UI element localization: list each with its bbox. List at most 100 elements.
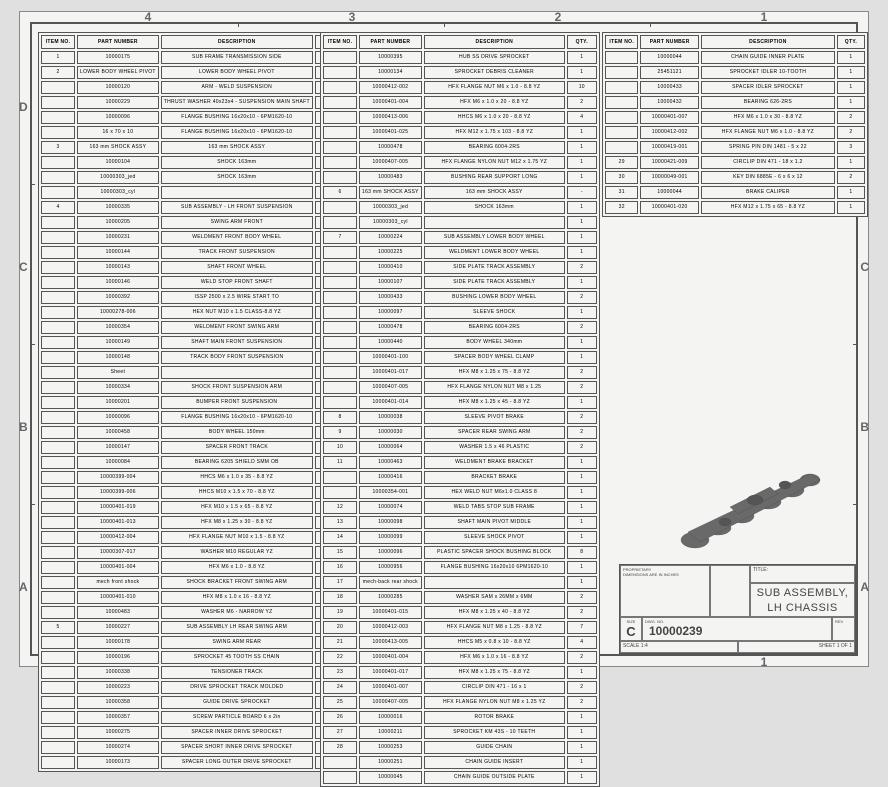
table-row: 1310000098SHAFT MAIN PIVOT MIDDLE1: [323, 516, 597, 529]
table-row: 2LOWER BODY WHEEL PIVOTLOWER BODY WHEEL …: [41, 66, 345, 79]
cell: HFX FLANGE NUT M6 x 1.0 - 8.8 YZ: [424, 81, 565, 94]
cell: 163 mm SHOCK ASSY: [424, 186, 565, 199]
cell: 4: [567, 636, 597, 649]
cell: [323, 111, 357, 124]
table-row: 10000358GUIDE DRIVE SPROCKET1: [41, 696, 345, 709]
cell: WELDMENT FRONT SWING ARM: [161, 321, 313, 334]
cell: 10000412-002: [640, 126, 699, 139]
cell: BODY WHEEL 150mm: [161, 426, 313, 439]
cell: ROTOR BRAKE: [424, 711, 565, 724]
cell: [41, 231, 75, 244]
table-row: 10000178SWING ARM REAR1: [41, 636, 345, 649]
cell: 4: [567, 111, 597, 124]
cell: 10000401-015: [359, 606, 422, 619]
cell: 10000225: [359, 246, 422, 259]
cell: 1: [567, 51, 597, 64]
cell: 10000401-010: [77, 591, 159, 604]
table-row: 2110000413-005HHCS M5 x 0.8 x 10 - 8.8 Y…: [323, 636, 597, 649]
cell: 10000407-005: [359, 156, 422, 169]
cell: [605, 111, 638, 124]
table-row: 10000225WELDMENT LOWER BODY WHEEL1: [323, 246, 597, 259]
cell: [41, 171, 75, 184]
cell: 2: [837, 171, 865, 184]
table-row: Sheet-: [41, 366, 345, 379]
cell: 1: [567, 756, 597, 769]
cell: 10000357: [77, 711, 159, 724]
th-desc: DESCRIPTION: [161, 35, 313, 49]
cell: 1: [837, 96, 865, 109]
cell: 10000354-001: [359, 486, 422, 499]
cell: CHAIN GUIDE INSERT: [424, 756, 565, 769]
cell: 10000463: [359, 456, 422, 469]
cell: 25451121: [640, 66, 699, 79]
th-part: PART NUMBER: [640, 35, 699, 49]
cell: [41, 306, 75, 319]
cell: FLANGE BUSHING 16x20x10 - 6PM1620-10: [161, 126, 313, 139]
cell: 10000134: [359, 66, 422, 79]
table-row: 10000401-019HFX M10 x 1.5 x 65 - 8.8 YZ1: [41, 501, 345, 514]
cell: -: [567, 186, 597, 199]
table-row: 2210000401-004HFX M6 x 1.0 x 16 - 8.8 YZ…: [323, 651, 597, 664]
cell: [41, 591, 75, 604]
table-row: 3110000044BRAKE CALIPER1: [605, 186, 865, 199]
table-row: 10000143SHAFT FRONT WHEEL1: [41, 261, 345, 274]
table-row: 2310000401-017HFX M8 x 1.25 x 75 - 8.8 Y…: [323, 666, 597, 679]
table-row: 10000416BRACKET BRAKE1: [323, 471, 597, 484]
th-item: ITEM NO.: [41, 35, 75, 49]
cell: [41, 471, 75, 484]
cell: [323, 321, 357, 334]
cell: 21: [323, 636, 357, 649]
cell: 1: [567, 156, 597, 169]
table-row: 10000303_cyl1: [41, 186, 345, 199]
table-row: 10000084BEARING 6205 SHIELD SMM OB2: [41, 456, 345, 469]
table-row: 10000096FLANGE BUSHING 16x20x10 - 6PM162…: [41, 111, 345, 124]
cell: 10000205: [77, 216, 159, 229]
cell: HFX FLANGE NUT M8 x 1.25 - 8.8 YZ: [424, 621, 565, 634]
table-row: 10000413-006HHCS M6 x 1.0 x 20 - 8.8 YZ4: [323, 111, 597, 124]
cell: Sheet: [77, 366, 159, 379]
cell: SPROCKET 45 TOOTH SS CHAIN: [161, 651, 313, 664]
table-row: 1010000064WASHER 1.5 x 46 PLASTIC2: [323, 441, 597, 454]
cell: [323, 471, 357, 484]
cell: SPACER BODY WHEEL CLAMP: [424, 351, 565, 364]
cell: [41, 156, 75, 169]
cell: BODY WHEEL 340mm: [424, 336, 565, 349]
cell: 1: [567, 336, 597, 349]
cell: [41, 576, 75, 589]
table-row: 110000175SUB FRAME TRANSMISSION SIDE1: [41, 51, 345, 64]
cell: 2: [837, 111, 865, 124]
drawing-sheet: 4 3 2 1 4 3 2 1 D C B A D C B A ITEM NO.…: [20, 12, 868, 666]
cell: 8: [567, 546, 597, 559]
cell: SUB ASSEMBLY LH REAR SWING ARM: [161, 621, 313, 634]
cell: HHCS M6 x 1.0 x 35 - 8.8 YZ: [161, 471, 313, 484]
cell: BUMPER FRONT SUSPENSION: [161, 396, 313, 409]
cell: 1: [837, 156, 865, 169]
cell: [323, 381, 357, 394]
cell: WELD TABS STOP SUB FRAME: [424, 501, 565, 514]
cell: 1: [567, 516, 597, 529]
cell: HFX M10 x 1.5 x 65 - 8.8 YZ: [161, 501, 313, 514]
table-row: 10000412-002HFX FLANGE NUT M6 x 1.0 - 8.…: [323, 81, 597, 94]
cell: 2: [567, 591, 597, 604]
cell: [323, 201, 357, 214]
cell: 10000401-004: [359, 96, 422, 109]
cell: [424, 216, 565, 229]
table-row: 1410000099SLEEVE SHOCK PIVOT1: [323, 531, 597, 544]
cell: SHAFT MAIN FRONT SUSPENSION: [161, 336, 313, 349]
cell: 1: [567, 276, 597, 289]
table-row: 10000399-004HHCS M6 x 1.0 x 35 - 8.8 YZ2: [41, 471, 345, 484]
table-row: 10000144TRACK FRONT SUSPENSION1: [41, 246, 345, 259]
cell: HFX M8 x 1.25 x 40 - 8.8 YZ: [424, 606, 565, 619]
cell: BEARING 6004-2RS: [424, 141, 565, 154]
cell: 10000413-005: [359, 636, 422, 649]
cell: WELDMENT FRONT BODY WHEEL: [161, 231, 313, 244]
table-row: 10000401-013HFX M8 x 1.25 x 30 - 8.8 YZ2: [41, 516, 345, 529]
table-row: 10000354WELDMENT FRONT SWING ARM1: [41, 321, 345, 334]
cell: 11: [323, 456, 357, 469]
table-row: 10000401-004HFX M6 x 1.0 x 20 - 8.8 YZ2: [323, 96, 597, 109]
cell: [41, 606, 75, 619]
cell: HFX FLANGE NYLON NUT M12 x 1.75 YZ: [424, 156, 565, 169]
table-row: 10000412-004HFX FLANGE NUT M10 x 1.5 - 8…: [41, 531, 345, 544]
cell: 10000044: [640, 51, 699, 64]
cell: 10000253: [359, 741, 422, 754]
